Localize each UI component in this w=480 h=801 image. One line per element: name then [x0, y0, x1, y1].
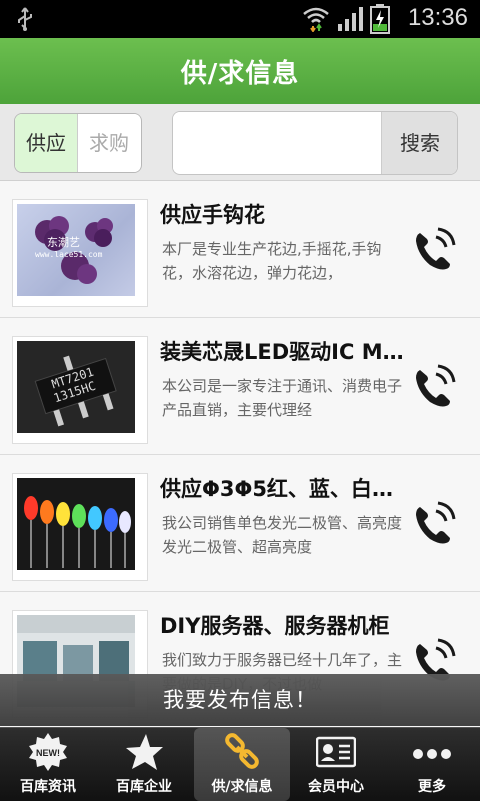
signal-strength-icon: [338, 7, 363, 31]
nav-item-supply-demand[interactable]: 供/求信息: [194, 728, 290, 801]
listing-title: 装美芯晟LED驱动IC MT7201: [160, 340, 410, 364]
nav-label: 百库资讯: [20, 779, 76, 795]
tab-demand[interactable]: 求购: [78, 114, 140, 172]
publish-info-button[interactable]: 我要发布信息！: [0, 674, 480, 726]
status-bar: 13:36: [0, 0, 480, 38]
listing-list[interactable]: 东潮艺 www.lace51.com 供应手钩花 本厂是专业生产花边,手摇花,手…: [0, 181, 480, 727]
title-bar: 供/求信息: [0, 38, 480, 104]
phone-call-icon[interactable]: [410, 362, 460, 412]
listing-description: 本公司是一家专注于通讯、消费电子产品直销，主要代理经: [162, 377, 403, 419]
nav-label: 百库企业: [116, 779, 172, 795]
listing-thumbnail: [12, 473, 148, 581]
usb-icon: [18, 7, 32, 31]
listing-description: 我公司销售单色发光二极管、高亮度发光二极管、超高亮度: [162, 514, 403, 556]
list-item[interactable]: 供应Φ3Φ5红、蓝、白光LED 我公司销售单色发光二极管、高亮度发光二极管、超高…: [0, 455, 480, 592]
phone-call-icon[interactable]: [410, 499, 460, 549]
nav-label: 更多: [418, 779, 446, 795]
listing-title: 供应Φ3Φ5红、蓝、白光LED: [160, 477, 410, 501]
listing-title: DIY服务器、服务器机柜: [160, 614, 390, 638]
new-badge-text: NEW!: [36, 748, 60, 758]
search-box: 搜索: [172, 111, 458, 175]
nav-label: 会员中心: [308, 779, 364, 795]
nav-item-news[interactable]: NEW! 百库资讯: [0, 728, 96, 801]
image-watermark-url: www.lace51.com: [35, 250, 103, 259]
member-card-icon: [316, 736, 356, 768]
new-badge-icon: NEW!: [29, 733, 67, 771]
clock: 13:36: [407, 4, 468, 31]
listing-title: 供应手钩花: [160, 203, 265, 227]
page-title: 供/求信息: [180, 59, 300, 89]
star-icon: [126, 734, 163, 770]
wifi-icon: [303, 7, 329, 32]
filter-search-row: 供应 求购 搜索: [0, 104, 480, 181]
bottom-nav: NEW! 百库资讯 百库企业 供/求信息 会员中心 更多: [0, 727, 480, 801]
nav-item-more[interactable]: 更多: [384, 728, 480, 801]
listing-thumbnail: 东潮艺 www.lace51.com: [12, 199, 148, 307]
list-item[interactable]: MT7201 1315HC 装美芯晟LED驱动IC MT7201 本公司是一家专…: [0, 318, 480, 455]
search-button[interactable]: 搜索: [381, 112, 457, 174]
list-item[interactable]: 东潮艺 www.lace51.com 供应手钩花 本厂是专业生产花边,手摇花,手…: [0, 181, 480, 318]
nav-item-member[interactable]: 会员中心: [288, 728, 384, 801]
listing-thumbnail: MT7201 1315HC: [12, 336, 148, 444]
colored-leds-image: [17, 478, 135, 570]
more-dots-icon: [413, 749, 451, 759]
battery-charging-icon: [370, 4, 390, 34]
image-watermark: 东潮艺: [47, 236, 80, 249]
search-input[interactable]: [173, 112, 395, 172]
nav-item-enterprise[interactable]: 百库企业: [96, 728, 192, 801]
nav-label: 供/求信息: [211, 779, 273, 795]
phone-call-icon[interactable]: [410, 225, 460, 275]
tab-supply[interactable]: 供应: [15, 114, 78, 172]
chain-link-icon: [225, 733, 259, 769]
listing-description: 本厂是专业生产花边,手摇花,手钩花，水溶花边，弹力花边，: [162, 240, 382, 282]
supply-demand-toggle: 供应 求购: [14, 113, 142, 173]
